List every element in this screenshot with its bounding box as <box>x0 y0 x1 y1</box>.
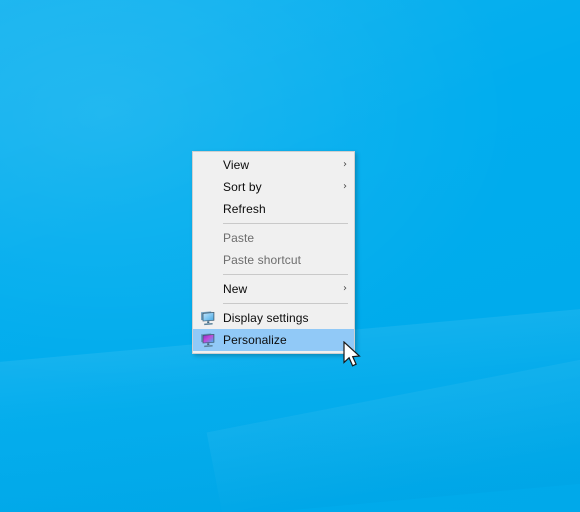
menu-item-icon-slot <box>193 227 221 249</box>
menu-item-personalize[interactable]: Personalize <box>193 329 354 351</box>
menu-item-label: Paste <box>223 231 255 245</box>
menu-item-label: New <box>223 282 248 296</box>
menu-item-label: Refresh <box>223 202 266 216</box>
personalize-monitor-icon <box>199 332 216 348</box>
menu-item-label: Sort by <box>223 180 262 194</box>
menu-item-sort-by[interactable]: Sort by › <box>193 176 354 198</box>
menu-item-display-settings[interactable]: Display settings <box>193 307 354 329</box>
menu-item-icon-slot <box>193 329 221 351</box>
submenu-chevron-right-icon: › <box>343 181 347 192</box>
menu-item-label: Display settings <box>223 311 309 325</box>
submenu-chevron-right-icon: › <box>343 283 347 294</box>
desktop-background[interactable]: View › Sort by › Refresh Paste Paste shortcut N… <box>0 0 580 512</box>
menu-item-label: View <box>223 158 250 172</box>
display-monitor-icon <box>199 310 216 326</box>
menu-item-refresh[interactable]: Refresh <box>193 198 354 220</box>
menu-item-icon-slot <box>193 176 221 198</box>
menu-item-label: Paste shortcut <box>223 253 302 267</box>
menu-item-view[interactable]: View › <box>193 154 354 176</box>
submenu-chevron-right-icon: › <box>343 159 347 170</box>
menu-item-icon-slot <box>193 278 221 300</box>
menu-item-icon-slot <box>193 198 221 220</box>
menu-item-icon-slot <box>193 154 221 176</box>
menu-item-label: Personalize <box>223 333 287 347</box>
menu-separator <box>223 223 348 224</box>
menu-separator <box>223 274 348 275</box>
wallpaper-streak-corner <box>206 343 580 512</box>
menu-separator <box>223 303 348 304</box>
menu-item-paste: Paste <box>193 227 354 249</box>
menu-item-new[interactable]: New › <box>193 278 354 300</box>
desktop-context-menu[interactable]: View › Sort by › Refresh Paste Paste shortcut N… <box>192 151 355 354</box>
menu-item-icon-slot <box>193 249 221 271</box>
menu-item-icon-slot <box>193 307 221 329</box>
menu-item-paste-shortcut: Paste shortcut <box>193 249 354 271</box>
